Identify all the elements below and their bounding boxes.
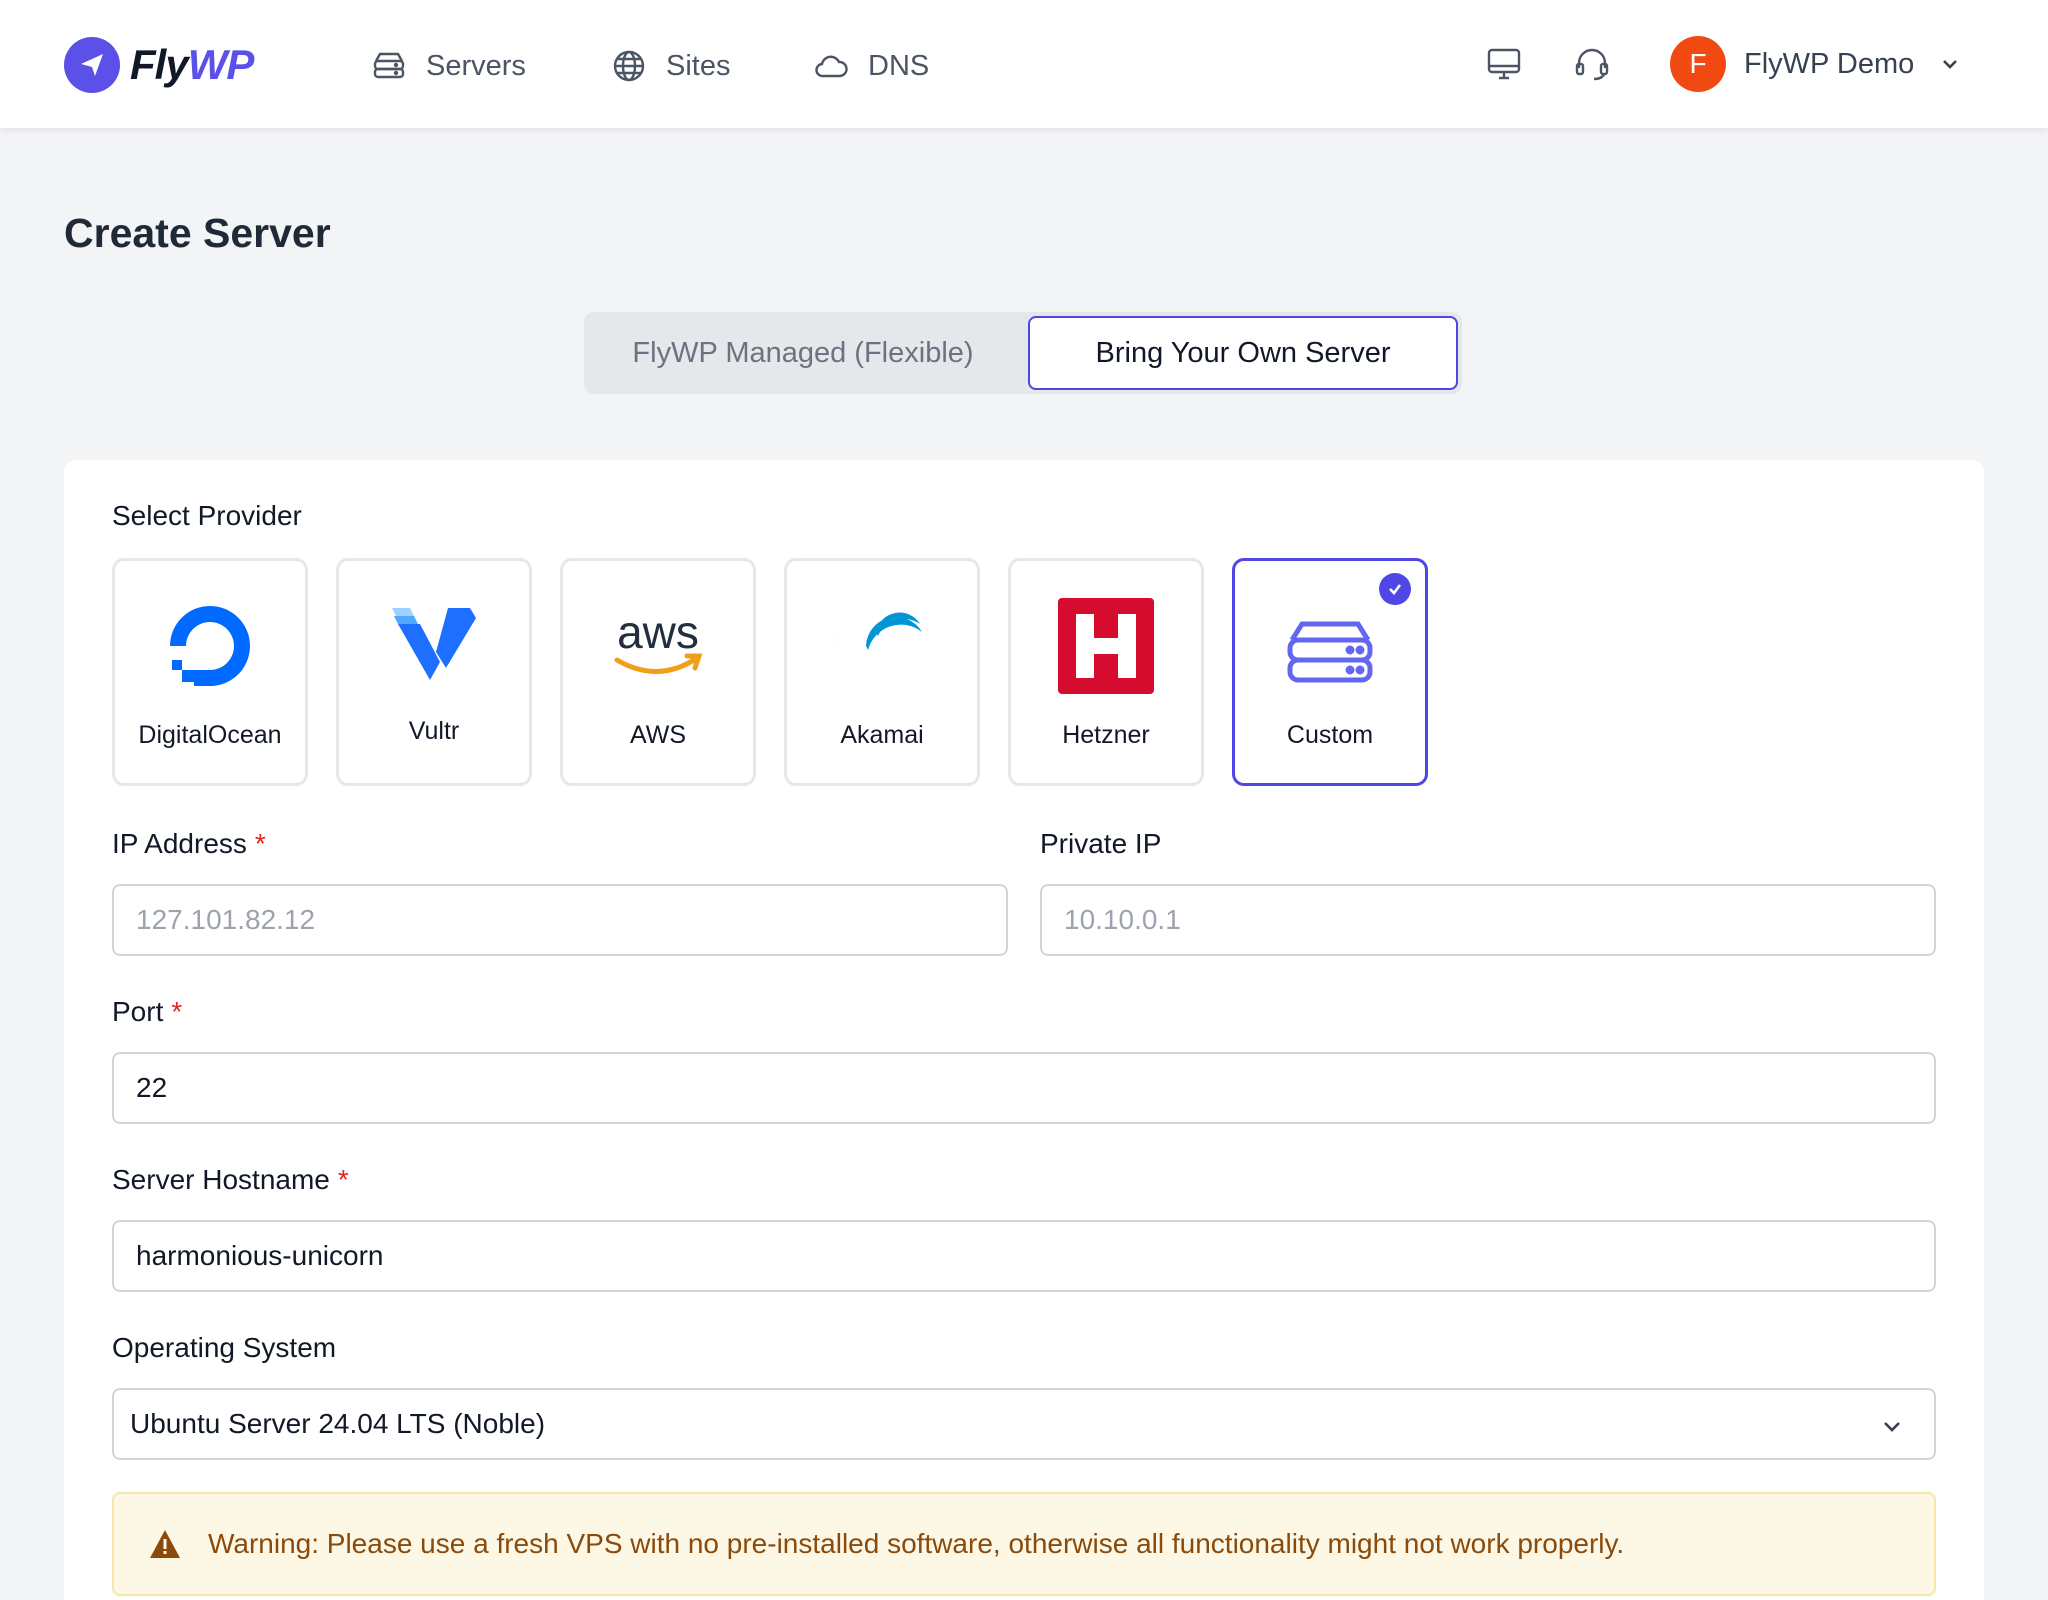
- provider-custom[interactable]: Custom: [1232, 558, 1428, 786]
- user-name: FlyWP Demo: [1744, 47, 1915, 80]
- ip-address-label: IP Address *: [112, 828, 266, 860]
- page-title: Create Server: [64, 210, 331, 256]
- private-ip-input[interactable]: [1040, 884, 1936, 956]
- ip-address-input[interactable]: [112, 884, 1008, 956]
- nav-servers[interactable]: Servers: [370, 46, 526, 86]
- port-label-text: Port: [112, 996, 164, 1027]
- provider-hetzner[interactable]: Hetzner: [1008, 558, 1204, 786]
- vultr-logo: [339, 591, 529, 701]
- flywp-logo-icon: [64, 37, 120, 93]
- warning-alert: Warning: Please use a fresh VPS with no …: [112, 1492, 1936, 1596]
- nav-dns-label: DNS: [868, 49, 930, 82]
- warning-text: Warning: Please use a fresh VPS with no …: [208, 1528, 1625, 1559]
- chevron-down-icon: [1884, 1422, 1900, 1432]
- akamai-logo: [787, 591, 977, 701]
- server-type-toggle: FlyWP Managed (Flexible) Bring Your Own …: [584, 312, 1462, 394]
- brand-part1: Fly: [130, 41, 189, 88]
- provider-name: Hetzner: [1062, 721, 1150, 749]
- svg-text:aws: aws: [617, 606, 699, 658]
- cloud-icon: [815, 55, 848, 78]
- tab-bring-your-own-server[interactable]: Bring Your Own Server: [1028, 316, 1458, 390]
- tab-flywp-managed[interactable]: FlyWP Managed (Flexible): [588, 316, 1018, 390]
- server-hostname-label: Server Hostname *: [112, 1164, 349, 1196]
- nav-dns[interactable]: DNS: [812, 46, 929, 86]
- provider-name: Akamai: [840, 721, 924, 749]
- provider-name: DigitalOcean: [138, 721, 282, 749]
- provider-digitalocean[interactable]: DigitalOcean: [112, 558, 308, 786]
- server-hostname-label-text: Server Hostname: [112, 1164, 330, 1195]
- required-marker: *: [254, 828, 266, 859]
- port-label: Port *: [112, 996, 182, 1028]
- server-icon: [373, 52, 405, 79]
- nav-servers-label: Servers: [426, 49, 526, 82]
- warning-triangle-icon: [150, 1530, 180, 1558]
- headset-icon[interactable]: [1572, 44, 1612, 84]
- avatar: F: [1670, 36, 1726, 92]
- flywp-wordmark: FlyWP: [130, 41, 255, 89]
- flywp-logo[interactable]: FlyWP: [64, 36, 255, 94]
- provider-name: Custom: [1286, 721, 1374, 749]
- globe-icon: [613, 50, 645, 82]
- server-stack-icon: [1235, 591, 1425, 701]
- required-marker: *: [337, 1164, 349, 1195]
- operating-system-select[interactable]: Ubuntu Server 24.04 LTS (Noble): [112, 1388, 1936, 1460]
- aws-logo: aws: [563, 591, 753, 701]
- nav-sites-label: Sites: [666, 49, 731, 82]
- top-navigation-bar: FlyWP Servers Sites DNS F FlyWP Demo: [0, 0, 2048, 128]
- required-marker: *: [171, 996, 183, 1027]
- provider-akamai[interactable]: Akamai: [784, 558, 980, 786]
- operating-system-label: Operating System: [112, 1332, 337, 1363]
- nav-sites[interactable]: Sites: [610, 46, 730, 86]
- server-hostname-input[interactable]: [112, 1220, 1936, 1292]
- operating-system-selected: Ubuntu Server 24.04 LTS (Noble): [130, 1408, 546, 1439]
- provider-section-label: Select Provider: [112, 500, 302, 531]
- user-menu[interactable]: F FlyWP Demo: [1670, 36, 1962, 92]
- port-input[interactable]: [112, 1052, 1936, 1124]
- hetzner-logo: [1011, 591, 1201, 701]
- monitor-icon[interactable]: [1484, 44, 1524, 84]
- brand-part2: WP: [187, 41, 255, 88]
- provider-name: Vultr: [408, 717, 460, 745]
- ip-address-label-text: IP Address: [112, 828, 247, 859]
- private-ip-label: Private IP: [1040, 828, 1162, 859]
- provider-name: AWS: [629, 721, 687, 749]
- provider-aws[interactable]: aws AWS: [560, 558, 756, 786]
- provider-vultr[interactable]: Vultr: [336, 558, 532, 786]
- chevron-down-icon: [1943, 60, 1958, 69]
- digitalocean-logo: [115, 591, 305, 701]
